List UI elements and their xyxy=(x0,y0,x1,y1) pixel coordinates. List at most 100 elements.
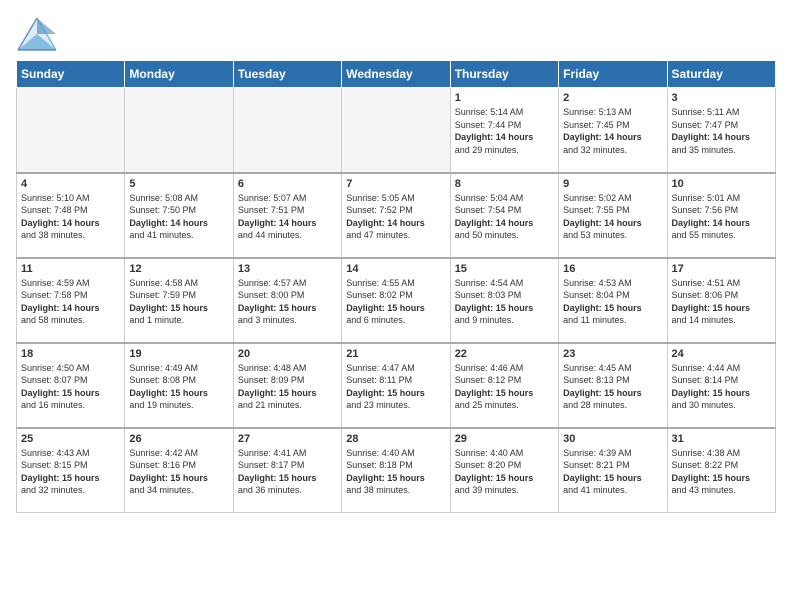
day-number: 30 xyxy=(563,433,662,445)
day-info: Sunrise: 4:50 AMSunset: 8:07 PMDaylight:… xyxy=(21,362,120,412)
calendar-cell: 29 Sunrise: 4:40 AMSunset: 8:20 PMDayligh… xyxy=(450,428,558,513)
day-number: 17 xyxy=(672,263,771,275)
page-header xyxy=(16,16,776,52)
calendar-cell xyxy=(125,88,233,173)
day-number: 14 xyxy=(346,263,445,275)
day-info: Sunrise: 4:43 AMSunset: 8:15 PMDaylight:… xyxy=(21,447,120,497)
calendar-cell: 27Sunrise: 4:41 AMSunset: 8:17 PMDayligh… xyxy=(233,428,341,513)
calendar-cell: 11Sunrise: 4:59 AMSunset: 7:58 PMDayligh… xyxy=(17,258,125,343)
calendar-cell: 4 Sunrise: 5:10 AMSunset: 7:48 PMDaylight… xyxy=(17,173,125,258)
day-number: 12 xyxy=(129,263,228,275)
calendar-cell: 10 Sunrise: 5:01 AMSunset: 7:56 PMDayligh… xyxy=(667,173,775,258)
header-thursday: Thursday xyxy=(450,61,558,88)
day-number: 19 xyxy=(129,348,228,360)
logo xyxy=(16,16,64,52)
day-number: 2 xyxy=(563,92,662,104)
calendar-cell: 13 Sunrise: 4:57 AMSunset: 8:00 PMDayligh… xyxy=(233,258,341,343)
day-number: 9 xyxy=(563,178,662,190)
day-info: Sunrise: 5:01 AMSunset: 7:56 PMDaylight:… xyxy=(672,192,771,242)
day-number: 1 xyxy=(455,92,554,104)
day-info: Sunrise: 4:48 AMSunset: 8:09 PMDaylight:… xyxy=(238,362,337,412)
day-info: Sunrise: 4:39 AMSunset: 8:21 PMDaylight:… xyxy=(563,447,662,497)
day-number: 18 xyxy=(21,348,120,360)
calendar-cell: 1 Sunrise: 5:14 AMSunset: 7:44 PMDaylight… xyxy=(450,88,558,173)
calendar-cell: 3 Sunrise: 5:11 AMSunset: 7:47 PMDaylight… xyxy=(667,88,775,173)
day-info: Sunrise: 5:05 AMSunset: 7:52 PMDaylight:… xyxy=(346,192,445,242)
day-info: Sunrise: 4:46 AMSunset: 8:12 PMDaylight:… xyxy=(455,362,554,412)
calendar-cell: 5Sunrise: 5:08 AMSunset: 7:50 PMDaylight… xyxy=(125,173,233,258)
calendar-cell: 31 Sunrise: 4:38 AMSunset: 8:22 PMDayligh… xyxy=(667,428,775,513)
day-number: 25 xyxy=(21,433,120,445)
calendar-cell: 26Sunrise: 4:42 AMSunset: 8:16 PMDayligh… xyxy=(125,428,233,513)
calendar-header-row: SundayMondayTuesdayWednesdayThursdayFrid… xyxy=(17,61,776,88)
calendar-cell: 23 Sunrise: 4:45 AMSunset: 8:13 PMDayligh… xyxy=(559,343,667,428)
week-row-3: 11Sunrise: 4:59 AMSunset: 7:58 PMDayligh… xyxy=(17,258,776,343)
day-info: Sunrise: 4:44 AMSunset: 8:14 PMDaylight:… xyxy=(672,362,771,412)
day-info: Sunrise: 5:11 AMSunset: 7:47 PMDaylight:… xyxy=(672,106,771,156)
calendar-cell: 28Sunrise: 4:40 AMSunset: 8:18 PMDayligh… xyxy=(342,428,450,513)
day-number: 15 xyxy=(455,263,554,275)
day-info: Sunrise: 4:41 AMSunset: 8:17 PMDaylight:… xyxy=(238,447,337,497)
day-number: 22 xyxy=(455,348,554,360)
calendar-cell: 18 Sunrise: 4:50 AMSunset: 8:07 PMDayligh… xyxy=(17,343,125,428)
calendar-table: SundayMondayTuesdayWednesdayThursdayFrid… xyxy=(16,60,776,513)
day-number: 28 xyxy=(346,433,445,445)
day-info: Sunrise: 5:08 AMSunset: 7:50 PMDaylight:… xyxy=(129,192,228,242)
week-row-2: 4 Sunrise: 5:10 AMSunset: 7:48 PMDaylight… xyxy=(17,173,776,258)
day-info: Sunrise: 4:57 AMSunset: 8:00 PMDaylight:… xyxy=(238,277,337,327)
day-number: 21 xyxy=(346,348,445,360)
day-number: 23 xyxy=(563,348,662,360)
week-row-1: 1 Sunrise: 5:14 AMSunset: 7:44 PMDaylight… xyxy=(17,88,776,173)
day-number: 16 xyxy=(563,263,662,275)
day-info: Sunrise: 4:38 AMSunset: 8:22 PMDaylight:… xyxy=(672,447,771,497)
day-info: Sunrise: 5:14 AMSunset: 7:44 PMDaylight:… xyxy=(455,106,554,156)
header-sunday: Sunday xyxy=(17,61,125,88)
day-info: Sunrise: 5:07 AMSunset: 7:51 PMDaylight:… xyxy=(238,192,337,242)
header-wednesday: Wednesday xyxy=(342,61,450,88)
day-info: Sunrise: 4:40 AMSunset: 8:20 PMDaylight:… xyxy=(455,447,554,497)
day-info: Sunrise: 5:13 AMSunset: 7:45 PMDaylight:… xyxy=(563,106,662,156)
day-info: Sunrise: 4:51 AMSunset: 8:06 PMDaylight:… xyxy=(672,277,771,327)
day-number: 10 xyxy=(672,178,771,190)
day-info: Sunrise: 5:02 AMSunset: 7:55 PMDaylight:… xyxy=(563,192,662,242)
day-number: 13 xyxy=(238,263,337,275)
day-number: 29 xyxy=(455,433,554,445)
day-info: Sunrise: 4:47 AMSunset: 8:11 PMDaylight:… xyxy=(346,362,445,412)
week-row-5: 25 Sunrise: 4:43 AMSunset: 8:15 PMDayligh… xyxy=(17,428,776,513)
calendar-cell: 17 Sunrise: 4:51 AMSunset: 8:06 PMDayligh… xyxy=(667,258,775,343)
calendar-cell: 7 Sunrise: 5:05 AMSunset: 7:52 PMDaylight… xyxy=(342,173,450,258)
calendar-cell: 9 Sunrise: 5:02 AMSunset: 7:55 PMDaylight… xyxy=(559,173,667,258)
day-number: 4 xyxy=(21,178,120,190)
calendar-cell: 20 Sunrise: 4:48 AMSunset: 8:09 PMDayligh… xyxy=(233,343,341,428)
calendar-cell: 14 Sunrise: 4:55 AMSunset: 8:02 PMDayligh… xyxy=(342,258,450,343)
day-number: 26 xyxy=(129,433,228,445)
day-info: Sunrise: 4:53 AMSunset: 8:04 PMDaylight:… xyxy=(563,277,662,327)
calendar-cell: 24 Sunrise: 4:44 AMSunset: 8:14 PMDayligh… xyxy=(667,343,775,428)
header-friday: Friday xyxy=(559,61,667,88)
calendar-cell xyxy=(342,88,450,173)
calendar-cell: 2 Sunrise: 5:13 AMSunset: 7:45 PMDaylight… xyxy=(559,88,667,173)
calendar-cell: 8Sunrise: 5:04 AMSunset: 7:54 PMDaylight… xyxy=(450,173,558,258)
day-info: Sunrise: 5:10 AMSunset: 7:48 PMDaylight:… xyxy=(21,192,120,242)
day-number: 20 xyxy=(238,348,337,360)
week-row-4: 18 Sunrise: 4:50 AMSunset: 8:07 PMDayligh… xyxy=(17,343,776,428)
calendar-cell: 16 Sunrise: 4:53 AMSunset: 8:04 PMDayligh… xyxy=(559,258,667,343)
calendar-cell: 25 Sunrise: 4:43 AMSunset: 8:15 PMDayligh… xyxy=(17,428,125,513)
calendar-cell: 12 Sunrise: 4:58 AMSunset: 7:59 PMDayligh… xyxy=(125,258,233,343)
calendar-cell xyxy=(233,88,341,173)
header-saturday: Saturday xyxy=(667,61,775,88)
header-monday: Monday xyxy=(125,61,233,88)
day-info: Sunrise: 4:49 AMSunset: 8:08 PMDaylight:… xyxy=(129,362,228,412)
calendar-cell: 21 Sunrise: 4:47 AMSunset: 8:11 PMDayligh… xyxy=(342,343,450,428)
day-number: 11 xyxy=(21,263,120,275)
calendar-cell xyxy=(17,88,125,173)
day-info: Sunrise: 4:45 AMSunset: 8:13 PMDaylight:… xyxy=(563,362,662,412)
day-info: Sunrise: 4:55 AMSunset: 8:02 PMDaylight:… xyxy=(346,277,445,327)
day-number: 3 xyxy=(672,92,771,104)
day-number: 8 xyxy=(455,178,554,190)
day-info: Sunrise: 4:54 AMSunset: 8:03 PMDaylight:… xyxy=(455,277,554,327)
day-info: Sunrise: 4:58 AMSunset: 7:59 PMDaylight:… xyxy=(129,277,228,327)
day-number: 31 xyxy=(672,433,771,445)
day-number: 7 xyxy=(346,178,445,190)
day-number: 24 xyxy=(672,348,771,360)
